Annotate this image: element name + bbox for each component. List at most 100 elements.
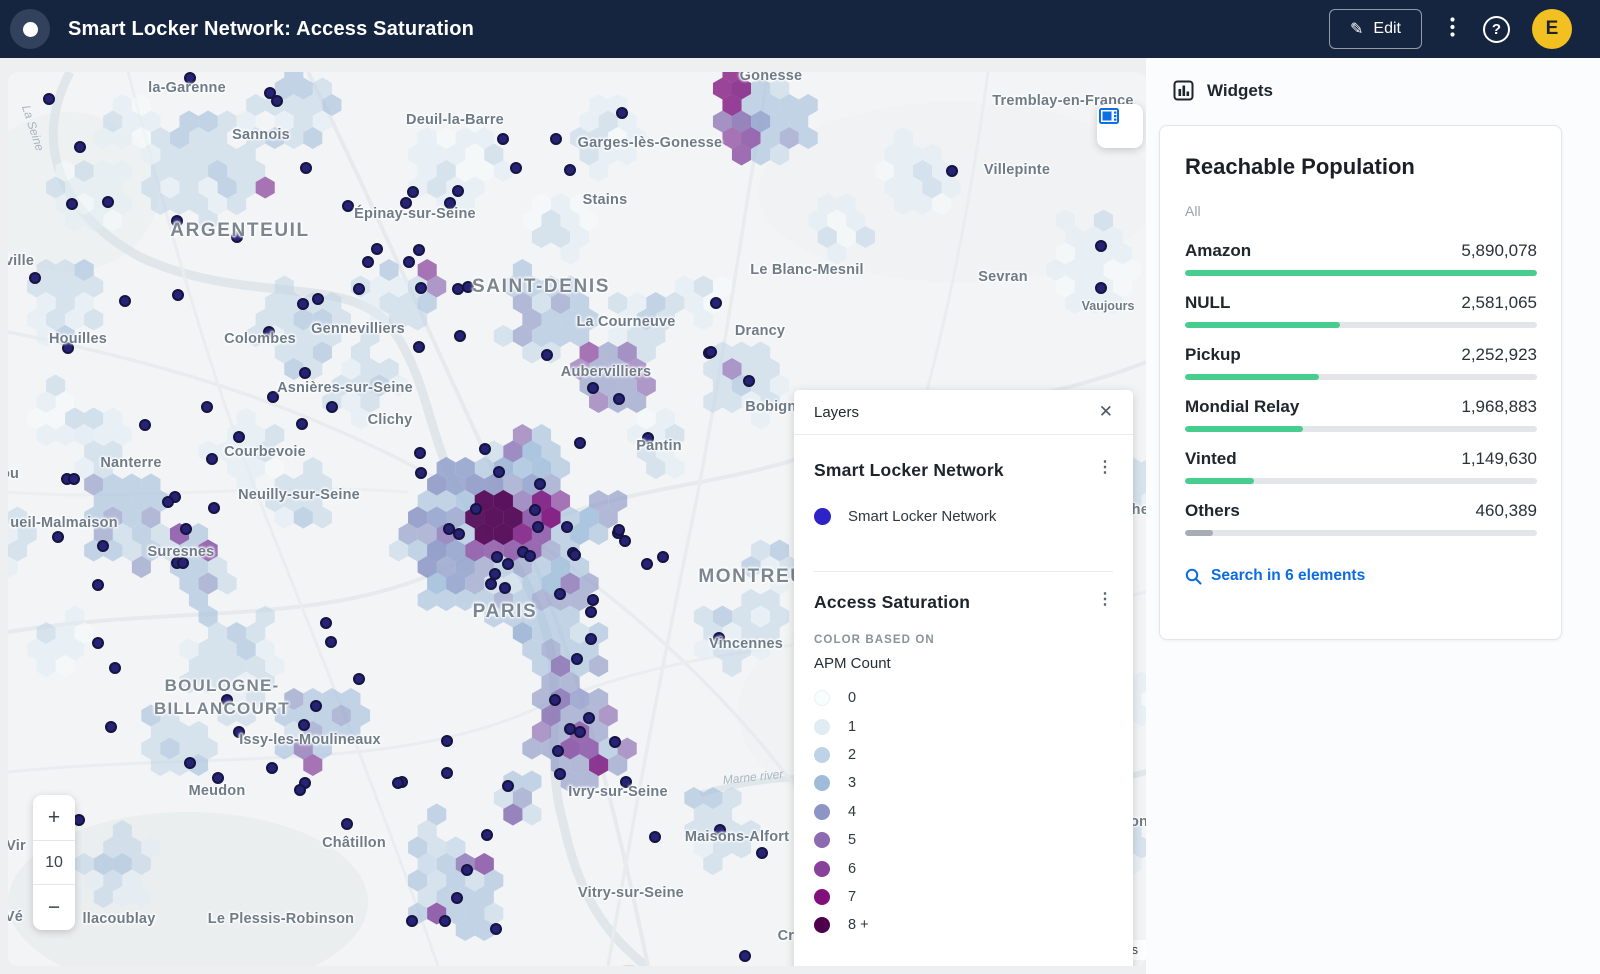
locker-point[interactable]: [565, 724, 575, 734]
locker-point[interactable]: [414, 245, 424, 255]
locker-point[interactable]: [209, 503, 219, 513]
locker-point[interactable]: [93, 580, 103, 590]
locker-point[interactable]: [311, 701, 321, 711]
locker-point[interactable]: [213, 773, 223, 783]
locker-point[interactable]: [342, 819, 352, 829]
widget-row[interactable]: Others460,389: [1185, 501, 1537, 536]
toggle-widgets-panel-button[interactable]: [1097, 104, 1143, 148]
locker-point[interactable]: [498, 134, 508, 144]
locker-point[interactable]: [511, 163, 521, 173]
locker-point[interactable]: [404, 257, 414, 267]
locker-point[interactable]: [586, 607, 596, 617]
locker-point[interactable]: [30, 273, 40, 283]
locker-point[interactable]: [584, 713, 594, 723]
locker-point[interactable]: [462, 865, 472, 875]
locker-point[interactable]: [453, 186, 463, 196]
widget-row[interactable]: Amazon5,890,078: [1185, 241, 1537, 276]
locker-point[interactable]: [372, 244, 382, 254]
locker-point[interactable]: [454, 529, 464, 539]
locker-point[interactable]: [471, 504, 481, 514]
locker-point[interactable]: [706, 347, 716, 357]
locker-point[interactable]: [744, 376, 754, 386]
locker-point[interactable]: [711, 298, 721, 308]
locker-point[interactable]: [103, 197, 113, 207]
locker-point[interactable]: [535, 479, 545, 489]
widget-row[interactable]: Pickup2,252,923: [1185, 345, 1537, 380]
avatar[interactable]: E: [1532, 9, 1572, 49]
map-canvas[interactable]: ARGENTEUILSAINT-DENISPARISMONTREUILBOULO…: [8, 72, 1146, 966]
locker-point[interactable]: [163, 497, 173, 507]
zoom-in-button[interactable]: +: [33, 795, 75, 840]
locker-point[interactable]: [565, 165, 575, 175]
locker-point[interactable]: [551, 134, 561, 144]
locker-point[interactable]: [120, 296, 130, 306]
more-options-icon[interactable]: [1444, 13, 1461, 45]
locker-point[interactable]: [503, 559, 513, 569]
locker-point[interactable]: [181, 524, 191, 534]
locker-point[interactable]: [490, 569, 500, 579]
locker-point[interactable]: [503, 781, 513, 791]
locker-point[interactable]: [363, 257, 373, 267]
locker-point[interactable]: [533, 522, 543, 532]
locker-point[interactable]: [98, 541, 108, 551]
locker-point[interactable]: [393, 778, 403, 788]
locker-point[interactable]: [455, 331, 465, 341]
locker-point[interactable]: [298, 299, 308, 309]
locker-point[interactable]: [234, 432, 244, 442]
locker-point[interactable]: [354, 284, 364, 294]
locker-point[interactable]: [408, 187, 418, 197]
locker-point[interactable]: [44, 94, 54, 104]
locker-point[interactable]: [482, 830, 492, 840]
app-logo[interactable]: [10, 9, 50, 49]
locker-point[interactable]: [525, 551, 535, 561]
widget-row[interactable]: NULL2,581,065: [1185, 293, 1537, 328]
locker-point[interactable]: [553, 746, 563, 756]
locker-point[interactable]: [326, 637, 336, 647]
locker-point[interactable]: [486, 579, 496, 589]
locker-point[interactable]: [453, 284, 463, 294]
locker-point[interactable]: [947, 166, 957, 176]
locker-point[interactable]: [67, 199, 77, 209]
locker-point[interactable]: [69, 474, 79, 484]
locker-point[interactable]: [173, 290, 183, 300]
widget-row[interactable]: Vinted1,149,630: [1185, 449, 1537, 484]
locker-point[interactable]: [75, 142, 85, 152]
locker-point[interactable]: [617, 108, 627, 118]
locker-point[interactable]: [414, 342, 424, 352]
locker-point[interactable]: [550, 695, 560, 705]
locker-point[interactable]: [272, 96, 282, 106]
locker-point[interactable]: [207, 454, 217, 464]
search-elements-link[interactable]: Search in 6 elements: [1185, 567, 1537, 585]
locker-point[interactable]: [480, 444, 490, 454]
locker-point[interactable]: [106, 722, 116, 732]
locker-point[interactable]: [407, 916, 417, 926]
locker-point[interactable]: [588, 383, 598, 393]
locker-point[interactable]: [300, 368, 310, 378]
locker-point[interactable]: [440, 916, 450, 926]
locker-point[interactable]: [588, 595, 598, 605]
edit-button[interactable]: ✎ Edit: [1329, 9, 1422, 49]
widget-row[interactable]: Mondial Relay1,968,883: [1185, 397, 1537, 432]
locker-point[interactable]: [327, 402, 337, 412]
locker-point[interactable]: [1096, 241, 1106, 251]
locker-point[interactable]: [299, 720, 309, 730]
help-icon[interactable]: ?: [1483, 16, 1510, 43]
locker-point[interactable]: [93, 638, 103, 648]
locker-point[interactable]: [267, 763, 277, 773]
locker-point[interactable]: [658, 552, 668, 562]
locker-point[interactable]: [354, 674, 364, 684]
locker-point[interactable]: [442, 736, 452, 746]
locker-point[interactable]: [492, 552, 502, 562]
locker-point[interactable]: [295, 785, 305, 795]
locker-point[interactable]: [555, 769, 565, 779]
locker-point[interactable]: [444, 524, 454, 534]
layer-options-icon[interactable]: ⋮: [1097, 592, 1113, 608]
locker-point[interactable]: [491, 924, 501, 934]
locker-point[interactable]: [321, 618, 331, 628]
locker-point[interactable]: [415, 448, 425, 458]
locker-point[interactable]: [297, 419, 307, 429]
locker-point[interactable]: [542, 350, 552, 360]
locker-point[interactable]: [570, 550, 580, 560]
locker-point[interactable]: [642, 559, 652, 569]
locker-point[interactable]: [110, 663, 120, 673]
